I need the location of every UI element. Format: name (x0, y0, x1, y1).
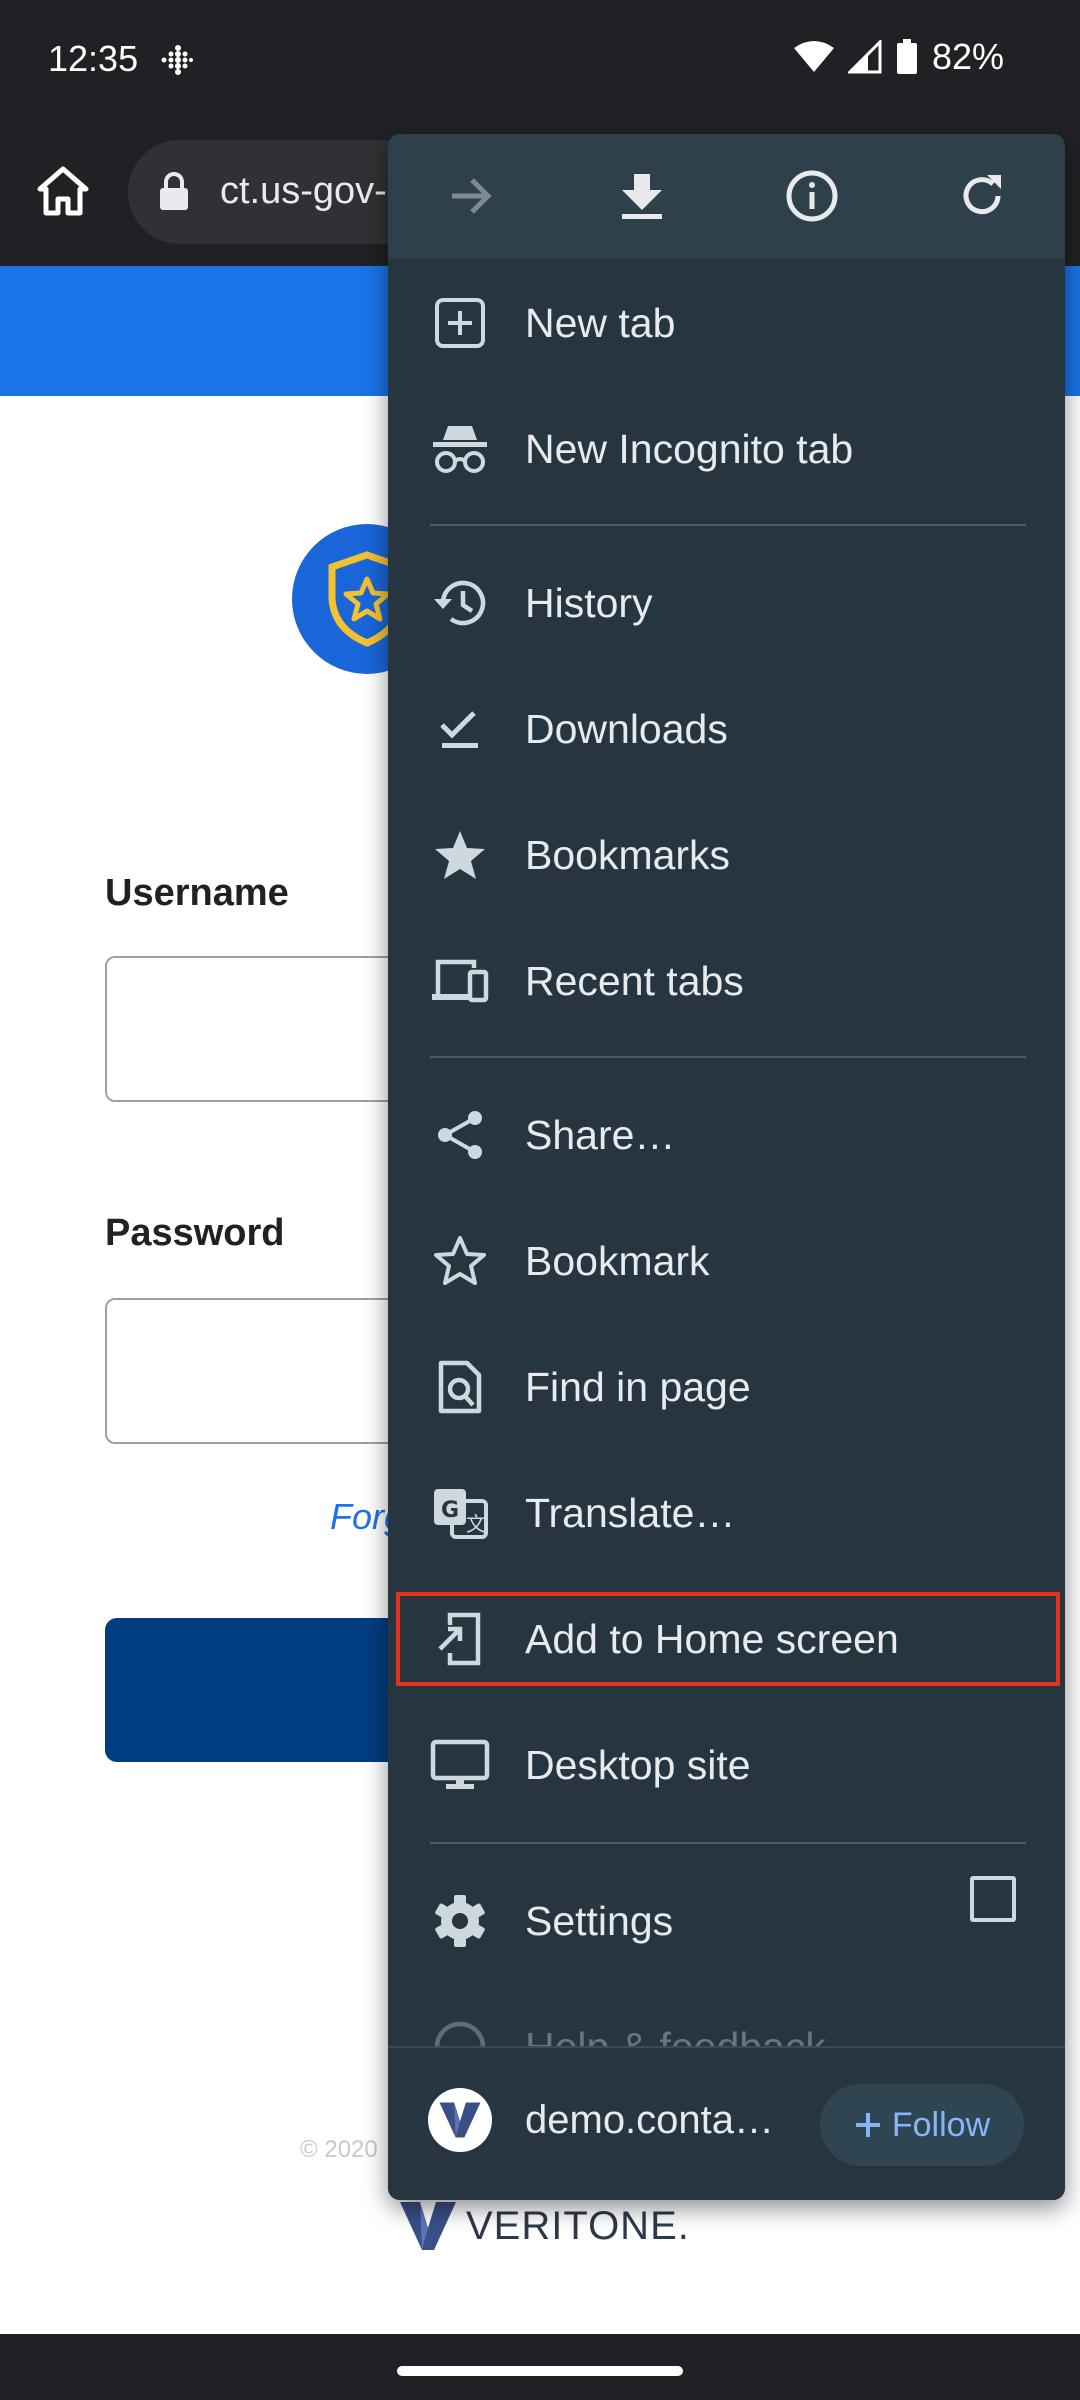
menu-item-label: Translate… (525, 1489, 736, 1536)
battery-icon (896, 39, 917, 74)
downloads-icon (430, 699, 490, 759)
incognito-icon (430, 419, 490, 479)
menu-item-downloads[interactable]: Downloads (388, 666, 1065, 792)
page-info-button[interactable] (780, 164, 844, 228)
menu-action-row (388, 134, 1065, 258)
find-in-page-icon (430, 1357, 490, 1417)
veritone-brand: VERITONE. (398, 2200, 690, 2252)
site-name: demo.conta… (525, 2098, 775, 2142)
menu-item-new-tab[interactable]: New tab (388, 260, 1065, 386)
menu-item-label: History (525, 579, 653, 626)
menu-divider (430, 1056, 1026, 1058)
desktop-icon (430, 1735, 490, 1795)
settings-icon (430, 1891, 490, 1951)
menu-divider (430, 524, 1026, 526)
veritone-wordmark: VERITONE. (466, 2203, 690, 2248)
home-gesture-handle[interactable] (397, 2366, 683, 2376)
svg-text:G: G (441, 1498, 459, 1523)
menu-item-translate[interactable]: G文 Translate… (388, 1450, 1065, 1576)
battery-percent: 82% (931, 36, 1004, 77)
menu-item-label: Share… (525, 1111, 676, 1158)
password-label: Password (105, 1212, 285, 1254)
translate-icon: G文 (430, 1483, 490, 1543)
follow-label: Follow (891, 2105, 991, 2144)
menu-item-recent-tabs[interactable]: Recent tabs (388, 918, 1065, 1044)
new-tab-icon (430, 293, 490, 353)
refresh-button[interactable] (950, 164, 1014, 228)
veritone-logo-icon (400, 2202, 456, 2250)
download-icon (622, 174, 662, 219)
menu-item-label: Settings (525, 1897, 674, 1944)
recent-tabs-icon (430, 951, 490, 1011)
menu-item-label: Bookmarks (525, 831, 731, 878)
status-bar: 12:35 82% (0, 0, 1080, 120)
url-text: ct.us-gov- (220, 170, 387, 212)
svg-text:文: 文 (466, 1512, 486, 1536)
menu-item-new-incognito-tab[interactable]: New Incognito tab (388, 386, 1065, 512)
menu-item-desktop-site[interactable]: Desktop site (388, 1702, 1065, 1828)
menu-item-bookmarks[interactable]: Bookmarks (388, 792, 1065, 918)
download-page-button[interactable] (610, 164, 674, 228)
bookmark-star-icon (430, 1231, 490, 1291)
menu-item-label: Find in page (525, 1363, 751, 1410)
veritone-logo-icon (439, 2102, 481, 2138)
wifi-icon (793, 41, 834, 72)
menu-item-bookmark[interactable]: Bookmark (388, 1198, 1065, 1324)
share-icon (430, 1105, 490, 1165)
username-label: Username (105, 872, 289, 914)
history-icon (430, 573, 490, 633)
refresh-icon (963, 175, 1001, 215)
lock-icon (160, 172, 188, 210)
browser-menu: New tab New Incognito tab History Downlo… (388, 134, 1065, 2200)
menu-divider (430, 1842, 1026, 1844)
follow-button[interactable]: Follow (820, 2084, 1024, 2166)
home-icon (37, 166, 89, 216)
menu-item-label: Downloads (525, 705, 728, 752)
menu-item-label: New Incognito tab (525, 425, 854, 472)
menu-item-label: New tab (525, 299, 676, 346)
menu-item-label: Bookmark (525, 1237, 710, 1284)
menu-item-label: Desktop site (525, 1741, 751, 1788)
home-button[interactable] (30, 158, 96, 224)
signal-icon (847, 40, 882, 74)
menu-item-find-in-page[interactable]: Find in page (388, 1324, 1065, 1450)
plus-icon (855, 2113, 880, 2137)
highlight-box (396, 1592, 1060, 1686)
menu-item-share[interactable]: Share… (388, 1072, 1065, 1198)
status-time: 12:35 (48, 38, 139, 79)
status-icons: 82% (793, 36, 1004, 78)
site-favicon (428, 2088, 492, 2152)
forward-icon (452, 178, 492, 214)
bookmarks-icon (430, 825, 490, 885)
fitbit-icon (161, 45, 193, 75)
menu-item-label: Recent tabs (525, 957, 744, 1004)
menu-footer: demo.conta… Follow (388, 2046, 1065, 2200)
menu-item-history[interactable]: History (388, 540, 1065, 666)
copyright-text: © 2020 (300, 2136, 378, 2163)
navigation-bar (0, 2334, 1080, 2400)
forward-button[interactable] (440, 164, 504, 228)
info-icon (786, 170, 838, 222)
menu-item-settings[interactable]: Settings (388, 1858, 1065, 1984)
